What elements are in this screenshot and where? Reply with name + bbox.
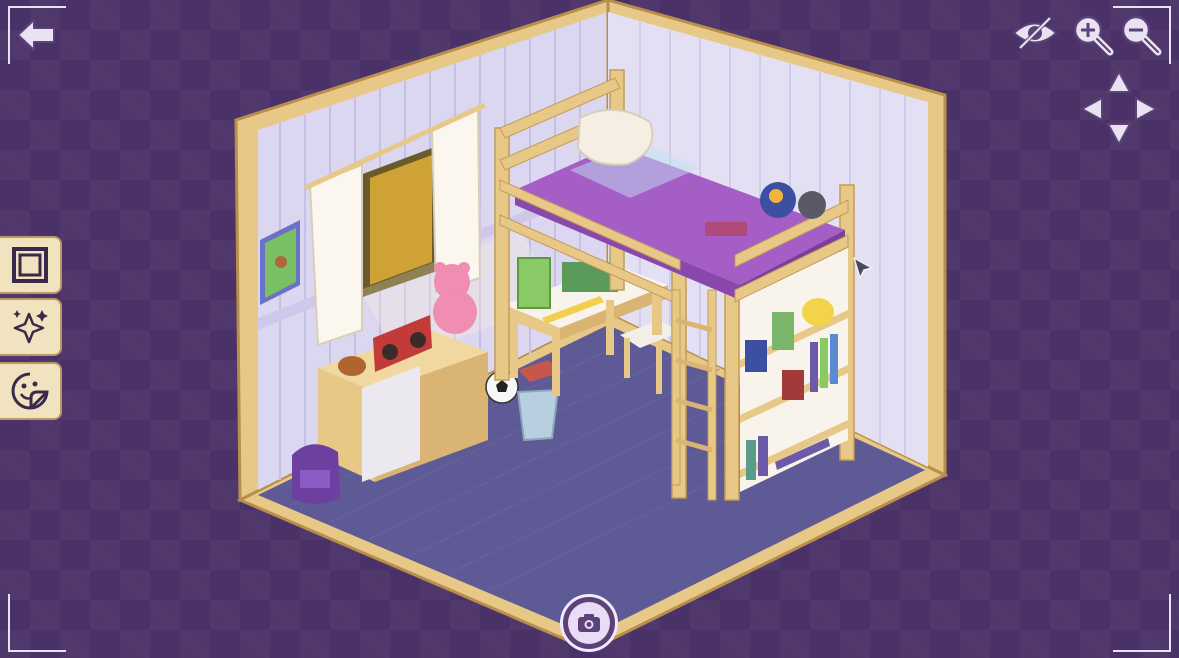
curtain-left [308,163,363,347]
pan-up-button[interactable] [1106,70,1132,94]
trash-bin [516,388,560,442]
duck-toy [802,298,834,326]
camera-button-inner [568,602,610,644]
sparkle-mode-button[interactable] [0,298,62,356]
triangle-right-icon [1135,96,1158,122]
photo-frame [517,257,551,309]
sparkles-icon [13,310,48,344]
back-button[interactable] [14,16,58,54]
room-scene [234,0,949,652]
smiley-sticker-icon [11,372,49,410]
square-frame-icon [12,247,48,283]
frog-toy [772,312,794,350]
camera-icon [578,614,600,632]
frame-mode-button[interactable] [0,236,62,294]
eye-slash-icon [1012,16,1058,50]
arrow-left-icon [17,19,55,51]
magnifier-plus-icon [1073,15,1114,56]
game-console [745,340,767,372]
triangle-down-icon [1106,123,1132,146]
pillow [576,108,654,166]
toggle-visibility-button[interactable] [1010,14,1060,52]
triangle-up-icon [1106,70,1132,93]
sticker-mode-button[interactable] [0,362,62,420]
pan-right-button[interactable] [1134,96,1158,122]
magnifier-minus-icon [1121,15,1162,56]
zoom-in-button[interactable] [1070,12,1114,56]
pan-left-button[interactable] [1080,96,1104,122]
deer-toy [338,356,366,376]
mouse-cursor-icon [853,257,873,279]
pan-down-button[interactable] [1106,122,1132,146]
backpack [292,444,340,504]
camera-button[interactable] [560,594,618,652]
triangle-left-icon [1080,96,1103,122]
zoom-out-button[interactable] [1118,12,1162,56]
